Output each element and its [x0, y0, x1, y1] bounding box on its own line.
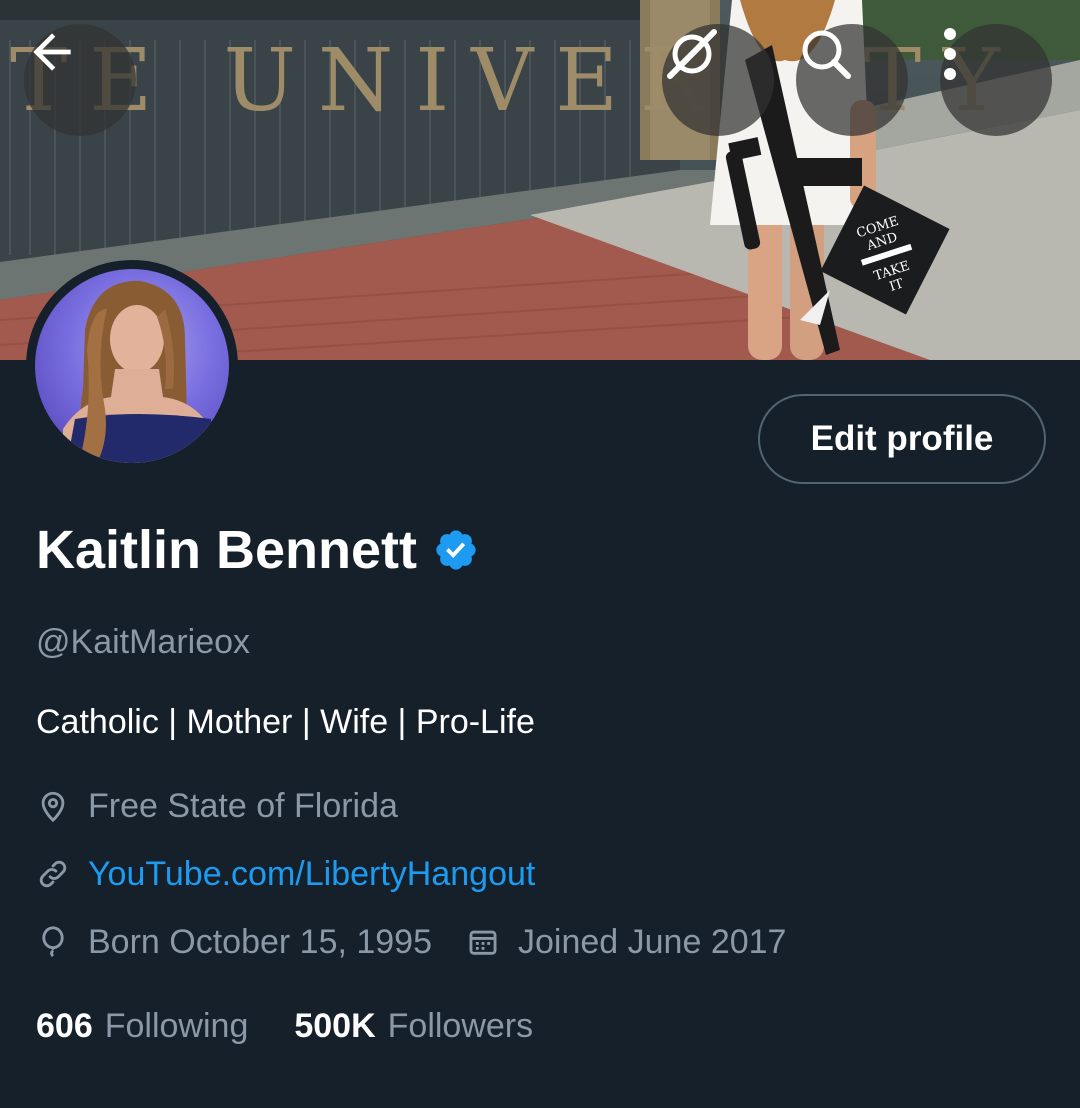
arrow-left-icon: [33, 33, 71, 71]
location-text: Free State of Florida: [88, 787, 398, 825]
more-vertical-icon: [944, 28, 956, 80]
profile-page: TE UNIVERSITY COME AND TAKE IT Edit prof…: [0, 0, 1080, 1108]
profile-stats: 606 Following 500K Followers: [36, 1002, 533, 1050]
following-count: 606: [36, 1007, 93, 1045]
profile-dates: Born October 15, 1995 Joined June 2017: [36, 918, 786, 966]
followers-count: 500K: [294, 1007, 376, 1045]
profile-website: YouTube.com/LibertyHangout: [36, 850, 535, 898]
following-stat[interactable]: 606 Following: [36, 1002, 248, 1050]
profile-bio: Catholic | Mother | Wife | Pro-Life: [36, 703, 535, 741]
avatar-image: [35, 269, 229, 463]
grok-icon: [667, 29, 717, 79]
search-button[interactable]: [796, 24, 908, 136]
location-pin-icon: [41, 791, 65, 823]
followers-label: Followers: [387, 1007, 534, 1045]
profile-name-row: Kaitlin Bennett: [36, 514, 479, 586]
verified-badge-icon[interactable]: [433, 527, 479, 573]
grok-button[interactable]: [662, 24, 774, 136]
link-icon: [39, 860, 67, 888]
back-button[interactable]: [24, 24, 136, 136]
edit-profile-button[interactable]: Edit profile: [758, 394, 1046, 484]
followers-stat[interactable]: 500K Followers: [294, 1002, 533, 1050]
search-icon: [802, 30, 851, 79]
calendar-icon: [469, 930, 497, 955]
website-link[interactable]: YouTube.com/LibertyHangout: [88, 850, 535, 898]
display-name: Kaitlin Bennett: [36, 520, 418, 580]
profile-location: Free State of Florida: [36, 782, 398, 830]
balloon-icon: [42, 926, 64, 958]
profile-handle: @KaitMarieox: [36, 623, 251, 661]
birthday-text: Born October 15, 1995: [88, 923, 433, 961]
joined-text: Joined June 2017: [518, 923, 787, 961]
more-options-button[interactable]: [940, 24, 1052, 136]
following-label: Following: [104, 1007, 249, 1045]
profile-avatar[interactable]: [26, 260, 238, 472]
